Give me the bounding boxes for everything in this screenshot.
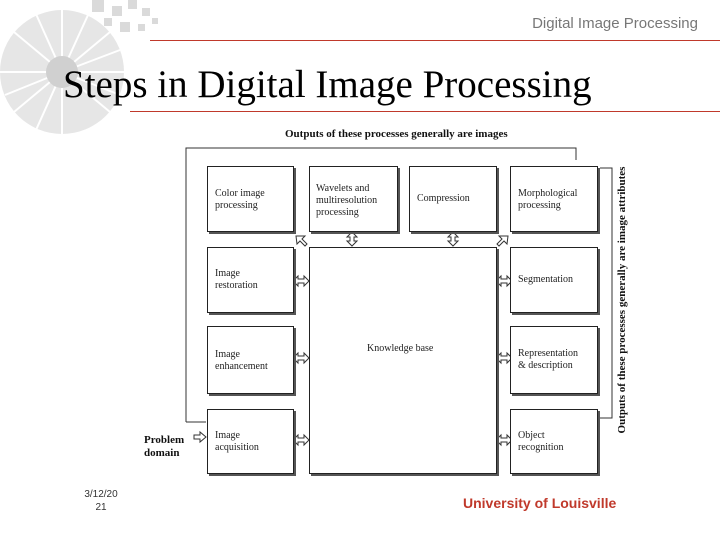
box-label: Image restoration: [215, 268, 258, 291]
box-label: Representation & description: [518, 348, 578, 371]
problem-domain-label: Problem domain: [144, 434, 185, 459]
box-image-acquisition: Image acquisition: [207, 409, 294, 474]
box-label: Wavelets and multiresolution processing: [316, 183, 378, 218]
box-object-recognition: Object recognition: [510, 409, 598, 474]
footer-university: University of Louisville: [463, 495, 617, 511]
top-caption: Outputs of these processes generally are…: [285, 128, 508, 140]
box-label: Image enhancement: [215, 349, 268, 372]
box-label: Image acquisition: [215, 430, 259, 453]
box-image-enhancement: Image enhancement: [207, 326, 294, 394]
box-morphological-processing: Morphological processing: [510, 166, 598, 232]
box-compression: Compression: [409, 166, 497, 232]
box-wavelets: Wavelets and multiresolution processing: [309, 166, 398, 232]
box-label: Knowledge base: [367, 343, 434, 354]
box-segmentation: Segmentation: [510, 247, 598, 313]
box-label: Color image processing: [215, 188, 265, 211]
box-label: Object recognition: [518, 430, 564, 453]
box-label: Compression: [417, 193, 470, 204]
footer-date: 3/12/20 21: [84, 489, 118, 513]
box-representation-description: Representation & description: [510, 326, 598, 394]
side-caption: Outputs of these processes generally are…: [616, 166, 628, 434]
box-image-restoration: Image restoration: [207, 247, 294, 313]
box-label: Morphological processing: [518, 188, 578, 211]
box-knowledge-base: Knowledge base: [309, 247, 497, 474]
box-label: Segmentation: [518, 274, 573, 285]
box-color-image-processing: Color image processing: [207, 166, 294, 232]
